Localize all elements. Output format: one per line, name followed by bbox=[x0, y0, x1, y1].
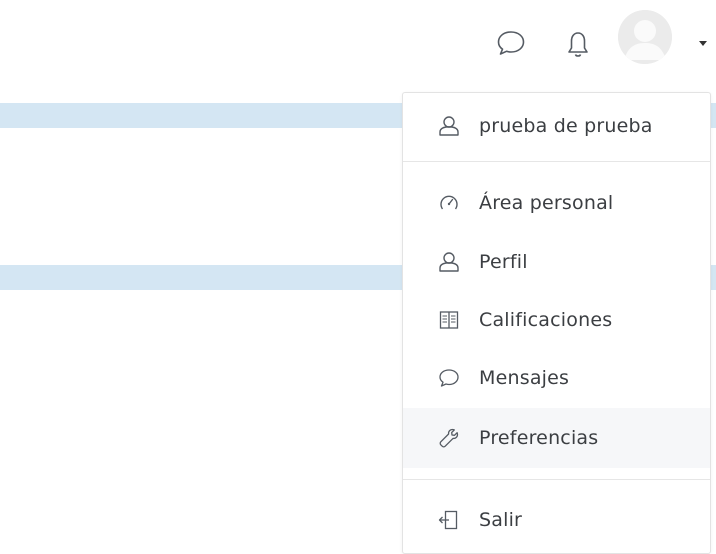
menu-item-label: Perfil bbox=[479, 251, 528, 273]
menu-item-salir[interactable]: Salir bbox=[403, 494, 710, 546]
menu-item-area-personal[interactable]: Área personal bbox=[403, 177, 710, 229]
menu-item-label: Mensajes bbox=[479, 367, 570, 389]
menu-item-perfil[interactable]: Perfil bbox=[403, 236, 710, 288]
caret-down-icon[interactable] bbox=[699, 32, 707, 46]
menu-item-label: Preferencias bbox=[479, 427, 599, 449]
menu-item-preferencias[interactable]: Preferencias bbox=[403, 408, 710, 468]
wrench-icon bbox=[438, 427, 460, 449]
messages-icon[interactable] bbox=[496, 29, 526, 57]
dashboard-icon bbox=[438, 192, 460, 214]
grades-book-icon bbox=[438, 309, 460, 331]
menu-item-calificaciones[interactable]: Calificaciones bbox=[403, 294, 710, 346]
menu-item-mensajes[interactable]: Mensajes bbox=[403, 352, 710, 404]
user-avatar[interactable] bbox=[618, 10, 672, 64]
top-navbar bbox=[0, 0, 716, 80]
menu-item-label: Área personal bbox=[479, 192, 614, 214]
menu-divider bbox=[403, 161, 710, 162]
menu-item-user-name[interactable]: prueba de prueba bbox=[403, 100, 710, 152]
notifications-bell-icon[interactable] bbox=[567, 30, 589, 60]
user-menu-dropdown: prueba de prueba Área personal Perfil Ca… bbox=[402, 92, 711, 554]
logout-icon bbox=[438, 509, 460, 531]
speech-bubble-icon bbox=[438, 367, 460, 389]
menu-item-label: prueba de prueba bbox=[479, 115, 653, 137]
menu-item-label: Calificaciones bbox=[479, 309, 613, 331]
menu-item-label: Salir bbox=[479, 509, 523, 531]
user-icon bbox=[438, 251, 460, 273]
user-icon bbox=[438, 115, 460, 137]
menu-divider bbox=[403, 479, 710, 480]
